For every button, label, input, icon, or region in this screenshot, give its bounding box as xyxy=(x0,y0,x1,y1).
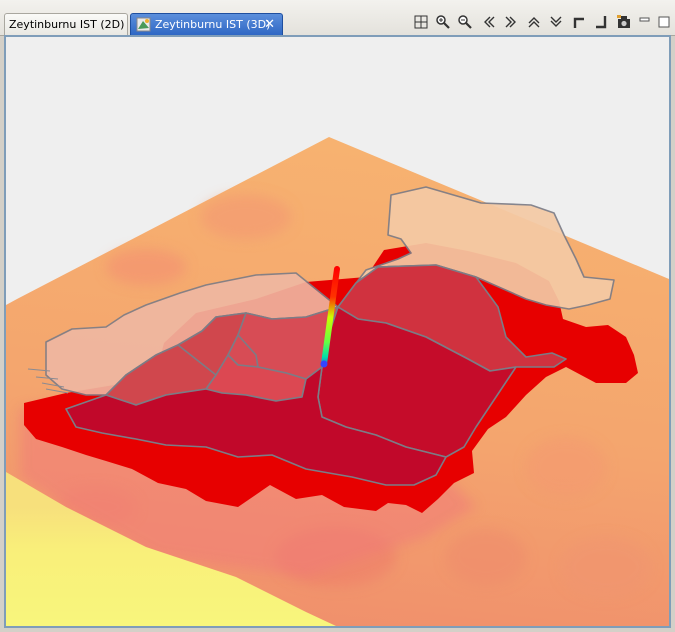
maximize-icon[interactable] xyxy=(655,12,675,32)
pan-down-icon[interactable] xyxy=(546,12,566,32)
3d-map-viewport[interactable] xyxy=(4,35,671,628)
tilt-up-icon[interactable] xyxy=(569,12,589,32)
snapshot-camera-icon[interactable] xyxy=(614,12,634,32)
tilt-down-icon[interactable] xyxy=(591,12,611,32)
zoom-out-icon[interactable] xyxy=(455,12,475,32)
pan-right-icon[interactable] xyxy=(501,12,521,32)
globe-3d-icon xyxy=(136,17,151,32)
close-icon[interactable]: ✕ xyxy=(264,14,275,36)
3d-map-scene xyxy=(6,37,669,626)
pan-up-icon[interactable] xyxy=(524,12,544,32)
tab-zeytinburnu-3d[interactable]: Zeytinburnu IST (3D) ✕ xyxy=(130,13,283,35)
minimize-icon[interactable] xyxy=(635,12,655,32)
zoom-extent-icon[interactable] xyxy=(411,12,431,32)
tab-label: Zeytinburnu IST (2D) xyxy=(9,18,125,31)
tab-zeytinburnu-2d[interactable]: Zeytinburnu IST (2D) xyxy=(4,13,128,35)
tab-label: Zeytinburnu IST (3D) xyxy=(155,18,271,31)
pan-left-icon[interactable] xyxy=(479,12,499,32)
zoom-in-icon[interactable] xyxy=(433,12,453,32)
editor-tab-bar: Zeytinburnu IST (2D) Zeytinburnu IST (3D… xyxy=(0,0,675,36)
